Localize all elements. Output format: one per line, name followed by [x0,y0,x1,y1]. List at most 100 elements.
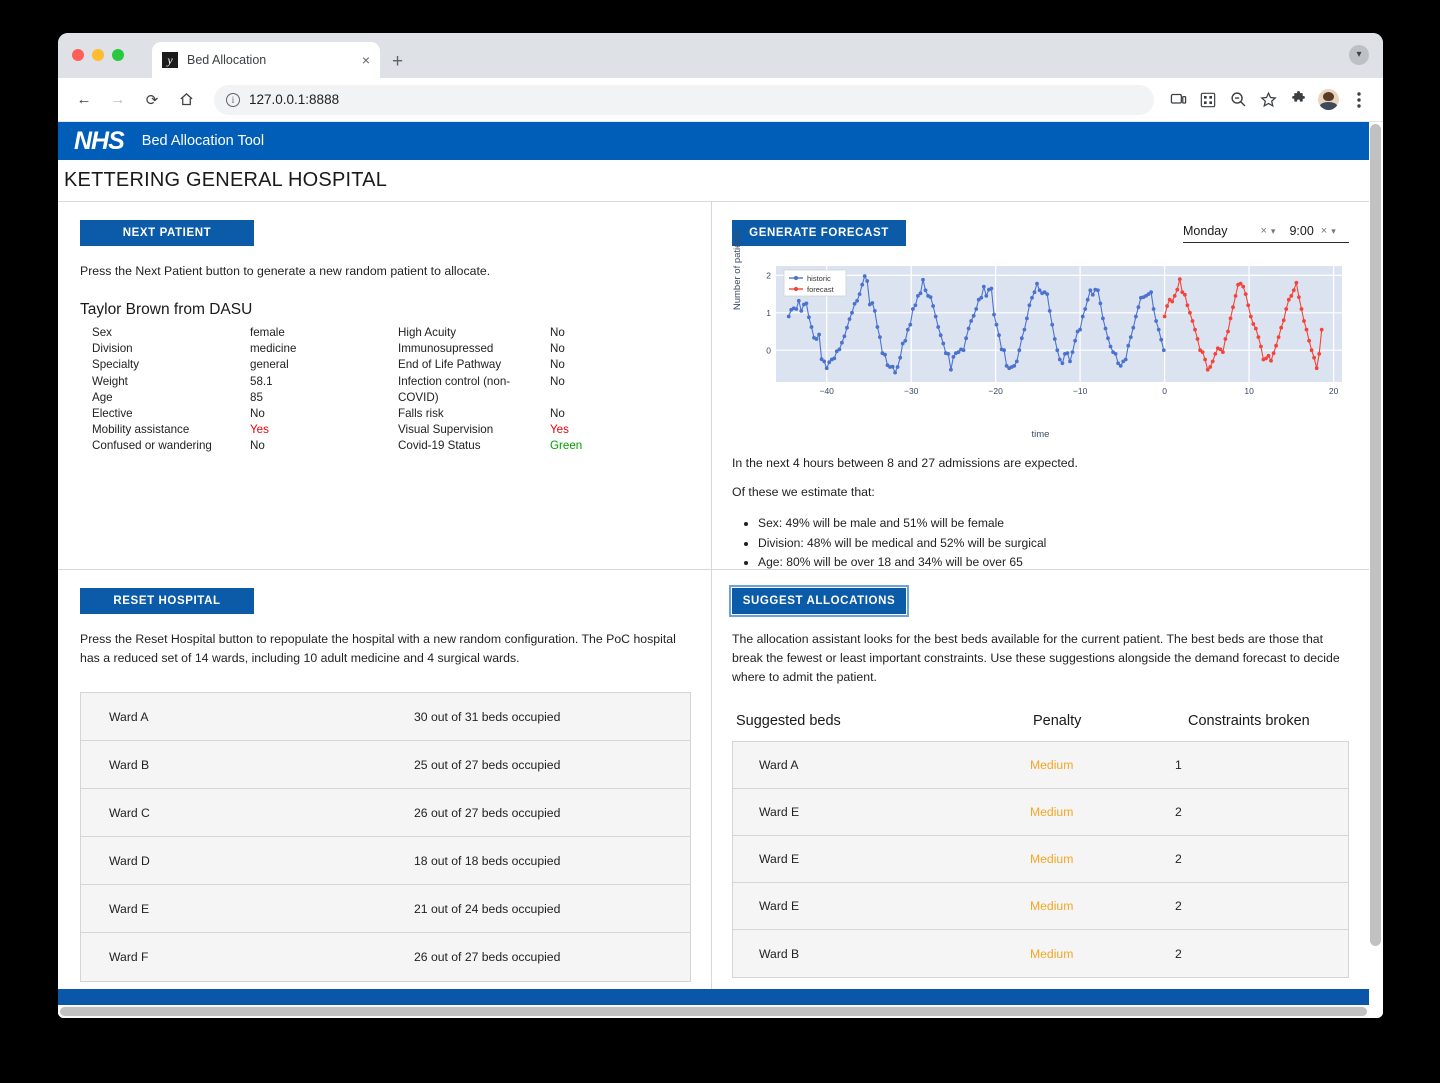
constraints-broken: 2 [1175,805,1182,820]
suggested-bed: Ward B [759,946,800,961]
column-header-penalty: Penalty [1033,713,1082,730]
maximize-window-button[interactable] [112,49,124,61]
hospital-header: KETTERING GENERAL HOSPITAL [58,160,1369,202]
forward-button[interactable]: → [104,86,132,114]
minimize-window-button[interactable] [92,49,104,61]
ward-row[interactable]: Ward C 26 out of 27 beds occupied [81,789,690,838]
cast-icon[interactable] [1168,90,1188,110]
forecast-summary-line: In the next 4 hours between 8 and 27 adm… [732,456,1078,470]
ward-row[interactable]: Ward E 21 out of 24 beds occupied [81,885,690,934]
ward-row[interactable]: Ward D 18 out of 18 beds occupied [81,837,690,886]
allocation-hint: The allocation assistant looks for the b… [732,632,1340,685]
generate-forecast-button[interactable]: GENERATE FORECAST [732,220,906,246]
table-row[interactable]: Ward E Medium 2 [733,836,1348,884]
site-info-icon[interactable]: i [226,92,240,107]
forecast-summary: In the next 4 hours between 8 and 27 adm… [732,456,1349,569]
column-header-constraints: Constraints broken [1188,713,1310,730]
allocation-panel: SUGGEST ALLOCATIONS The allocation assis… [712,570,1369,989]
address-bar[interactable]: i 127.0.0.1:8888 [214,84,1154,115]
qr-code-icon[interactable] [1198,90,1218,110]
patient-attr-value: No [250,439,265,453]
browser-tab[interactable]: y Bed Allocation × [152,42,380,78]
tab-title: Bed Allocation [187,53,267,67]
horizontal-scroll-thumb[interactable] [60,1007,1367,1016]
svg-text:−40: −40 [819,386,834,396]
suggest-allocations-button[interactable]: SUGGEST ALLOCATIONS [729,585,909,617]
patient-attr-label: Sex [92,326,112,340]
column-header-bed: Suggested beds [736,713,841,730]
svg-text:1: 1 [766,308,771,318]
patient-attr-value: No [550,326,565,340]
svg-text:20: 20 [1329,386,1339,396]
suggestions-table-header: Suggested beds Penalty Constraints broke… [732,713,1349,729]
suggested-bed: Ward E [759,899,800,914]
vertical-scrollbar[interactable] [1370,124,1381,1016]
close-window-button[interactable] [72,49,84,61]
next-patient-button[interactable]: NEXT PATIENT [80,220,254,246]
time-select-chevron-down-icon[interactable]: ▾ [1331,226,1336,237]
patient-attr-label: Weight [92,374,128,388]
patient-attr-value: Green [550,439,583,453]
patient-attr-label: Confused or wandering [92,439,212,453]
chrome-menu-icon[interactable] [1349,90,1369,110]
time-select-value[interactable]: 9:00 [1289,224,1313,238]
day-select-value[interactable]: Monday [1183,224,1227,238]
ward-row[interactable]: Ward B 25 out of 27 beds occupied [81,741,690,790]
ward-occupancy: 25 out of 27 beds occupied [414,757,561,772]
suggested-bed: Ward E [759,852,800,867]
vertical-scroll-thumb[interactable] [1370,124,1381,946]
favicon-icon: y [162,52,178,68]
app-header: NHS Bed Allocation Tool [58,122,1369,160]
forecast-selects: Monday × ▾ 9:00 × ▾ [1183,224,1349,243]
horizontal-scrollbar[interactable] [58,1005,1369,1018]
back-button[interactable]: ← [70,86,98,114]
browser-window: y Bed Allocation × + ▾ ← → ⟳ i 127.0.0.1… [58,33,1383,1018]
table-row[interactable]: Ward E Medium 2 [733,883,1348,931]
extensions-puzzle-icon[interactable] [1288,90,1308,110]
patient-attr-label: End of Life Pathway [398,358,502,372]
ward-row[interactable]: Ward A 30 out of 31 beds occupied [81,693,690,742]
svg-text:forecast: forecast [807,285,835,294]
chart-plot-area: 0 1 2 −40 −30 −20 −10 0 10 20 historic forecast [750,262,1352,411]
patient-attr-label: Mobility assistance [92,423,190,437]
patient-attr-value: No [550,358,565,372]
svg-text:−30: −30 [904,386,919,396]
table-row[interactable]: Ward A Medium 1 [733,742,1348,790]
patient-attr-label: Visual Supervision [398,423,494,437]
zoom-out-icon[interactable] [1228,90,1248,110]
time-select-clear-icon[interactable]: × [1321,225,1327,237]
profile-avatar[interactable] [1318,89,1339,110]
patient-attr-value [550,390,691,406]
patient-attr-value: female [250,326,285,340]
close-tab-icon[interactable]: × [362,53,370,67]
patient-attr-value: No [250,407,265,421]
home-button[interactable] [172,86,200,114]
chart-y-axis-label: Number of patients [732,229,743,311]
new-tab-button[interactable]: + [392,52,403,71]
forecast-bullet: Division: 48% will be medical and 52% wi… [758,534,1349,554]
ward-occupancy: 21 out of 24 beds occupied [414,901,561,916]
table-row[interactable]: Ward E Medium 2 [733,789,1348,837]
ward-name: Ward C [109,805,150,820]
bookmark-star-icon[interactable] [1258,90,1278,110]
patient-panel: NEXT PATIENT Press the Next Patient butt… [58,202,712,570]
table-row[interactable]: Ward B Medium 2 [733,930,1348,977]
reload-button[interactable]: ⟳ [138,86,166,114]
app-page: NHS Bed Allocation Tool KETTERING GENERA… [58,122,1369,1018]
admissions-forecast-chart: Number of patients 0 1 2 −40 −30 −20 −10 0 10 20 h… [732,230,1352,440]
day-select-clear-icon[interactable]: × [1260,225,1266,237]
reset-hospital-button[interactable]: RESET HOSPITAL [80,588,254,614]
day-select-chevron-down-icon[interactable]: ▾ [1271,226,1276,237]
toolbar-icons [1168,89,1371,110]
ward-row[interactable]: Ward F 26 out of 27 beds occupied [81,933,690,981]
constraints-broken: 1 [1175,758,1182,773]
reset-hospital-panel: RESET HOSPITAL Press the Reset Hospital … [58,570,712,989]
ward-occupancy: 30 out of 31 beds occupied [414,709,561,724]
patient-attributes: Sex female High Acuity No Division medicine Im… [80,325,691,455]
penalty-badge: Medium [1030,805,1074,820]
ward-name: Ward D [109,853,150,868]
tab-list-chevron-icon[interactable]: ▾ [1349,45,1369,65]
patient-attr-label: Covid-19 Status [398,439,481,453]
app-footer-bar [58,989,1369,1005]
svg-text:−20: −20 [988,386,1003,396]
